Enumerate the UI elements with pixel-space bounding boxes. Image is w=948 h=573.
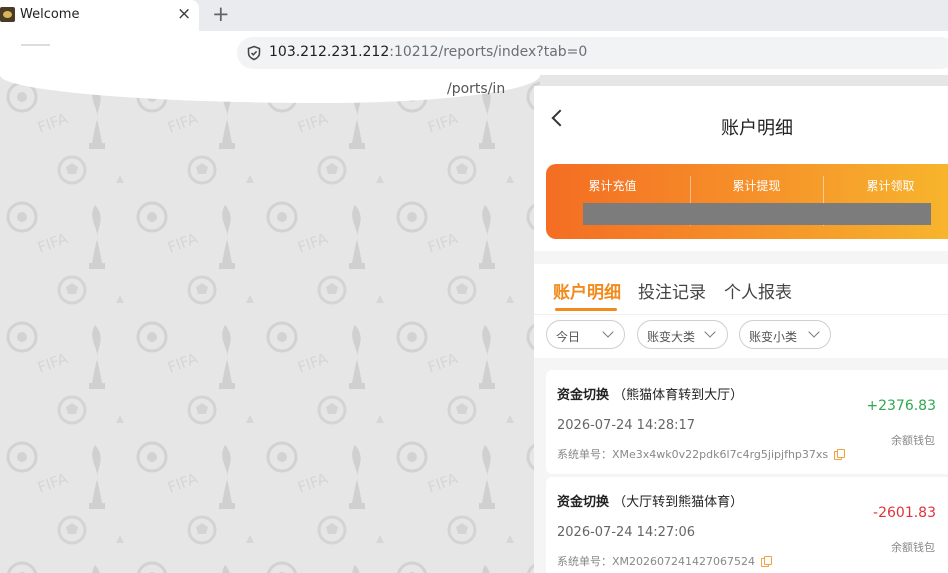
record-order: 系统单号：XM2026072414270675​24 [557, 553, 772, 569]
date-filter-label: 今日 [556, 330, 581, 344]
subcategory-filter-label: 账变小类 [749, 330, 798, 344]
record-card[interactable]: 资金切换 （熊猫体育转到大厅） 2026-07-24 14:28:17 系统单号… [546, 370, 948, 474]
chevron-down-icon [808, 326, 820, 338]
active-tab-indicator [555, 308, 617, 311]
record-type: 资金切换 [557, 388, 610, 403]
partial-url-text: /ports/in [447, 81, 506, 97]
record-title: 资金切换 （熊猫体育转到大厅） [557, 384, 743, 403]
copy-icon[interactable] [761, 556, 772, 567]
filter-bar: 今日 账变大类 账变小类 [534, 314, 948, 358]
fifa-background-pattern: FIFA [0, 75, 540, 573]
tab-title: Welcome [20, 7, 80, 22]
summary-claim-label: 累计领取 [866, 179, 915, 193]
panel-header: 账户明细 [534, 86, 948, 151]
summary-values-redacted [583, 203, 931, 225]
record-wallet: 余额钱包 [891, 541, 935, 554]
site-favicon-icon [0, 7, 15, 22]
subcategory-filter-dropdown[interactable]: 账变小类 [739, 320, 831, 349]
record-wallet: 余额钱包 [891, 434, 935, 447]
browser-tab-strip: Welcome × + [0, 0, 948, 31]
tab-account-detail[interactable]: 账户明细 [553, 278, 621, 303]
category-filter-label: 账变大类 [647, 330, 696, 344]
browser-toolbar: 103.212.231.212:10212/reports/index?tab=… [0, 31, 948, 75]
browser-tab[interactable]: Welcome × [0, 0, 199, 31]
category-filter-dropdown[interactable]: 账变大类 [637, 320, 728, 349]
record-tabs: 账户明细 投注记录 个人报表 [534, 264, 948, 314]
account-detail-panel: 账户明细 累计充值 累计提现 累计领取 账户明细 投注记录 个人报表 今日 账变… [534, 86, 948, 573]
url-path: :10212/reports/index?tab=0 [389, 44, 588, 60]
record-card[interactable]: 资金切换 （大厅转到熊猫体育） 2026-07-24 14:27:06 系统单号… [546, 477, 948, 573]
page-title: 账户明细 [721, 118, 793, 139]
summary-deposit-label: 累计充值 [588, 179, 637, 193]
order-number: XMe3x4wk0v22pdk6l7c4rg5jipjfhp37xs [612, 448, 829, 461]
chevron-down-icon [602, 326, 614, 338]
summary-banner: 累计充值 累计提现 累计领取 [546, 164, 948, 239]
record-detail: （熊猫体育转到大厅） [613, 388, 744, 403]
date-filter-dropdown[interactable]: 今日 [546, 320, 625, 349]
tab-personal-report[interactable]: 个人报表 [724, 278, 792, 303]
url-host: 103.212.231.212 [269, 44, 390, 60]
summary-withdraw-label: 累计提现 [732, 179, 781, 193]
record-datetime: 2026-07-24 14:27:06 [557, 525, 696, 540]
record-order: 系统单号：XMe3x4wk0v22pdk6l7c4rg5jipjfhp37xs [557, 446, 846, 462]
tab-close-icon[interactable]: × [177, 4, 191, 24]
address-bar[interactable]: 103.212.231.212:10212/reports/index?tab=… [237, 37, 948, 69]
toolbar-divider [21, 44, 50, 46]
tab-bet-records[interactable]: 投注记录 [638, 278, 706, 303]
record-amount: +2376.83 [866, 398, 936, 414]
summary-section: 累计充值 累计提现 累计领取 [534, 151, 948, 251]
new-tab-icon[interactable]: + [212, 2, 230, 26]
record-amount: -2601.83 [873, 505, 936, 521]
order-label: 系统单号： [557, 448, 612, 461]
record-type: 资金切换 [557, 495, 610, 510]
order-label: 系统单号： [557, 555, 612, 568]
record-title: 资金切换 （大厅转到熊猫体育） [557, 491, 743, 510]
copy-icon[interactable] [834, 449, 846, 460]
order-number: XM2026072414270675​24 [612, 555, 755, 568]
record-detail: （大厅转到熊猫体育） [613, 495, 744, 510]
chevron-down-icon [704, 326, 716, 338]
url-text[interactable]: 103.212.231.212:10212/reports/index?tab=… [269, 44, 587, 60]
page-viewport: FIFA /ports/in 账户明细 累计充值 累计提现 累计领取 [0, 75, 948, 573]
site-info-icon[interactable] [246, 45, 262, 61]
record-datetime: 2026-07-24 14:28:17 [557, 418, 696, 433]
